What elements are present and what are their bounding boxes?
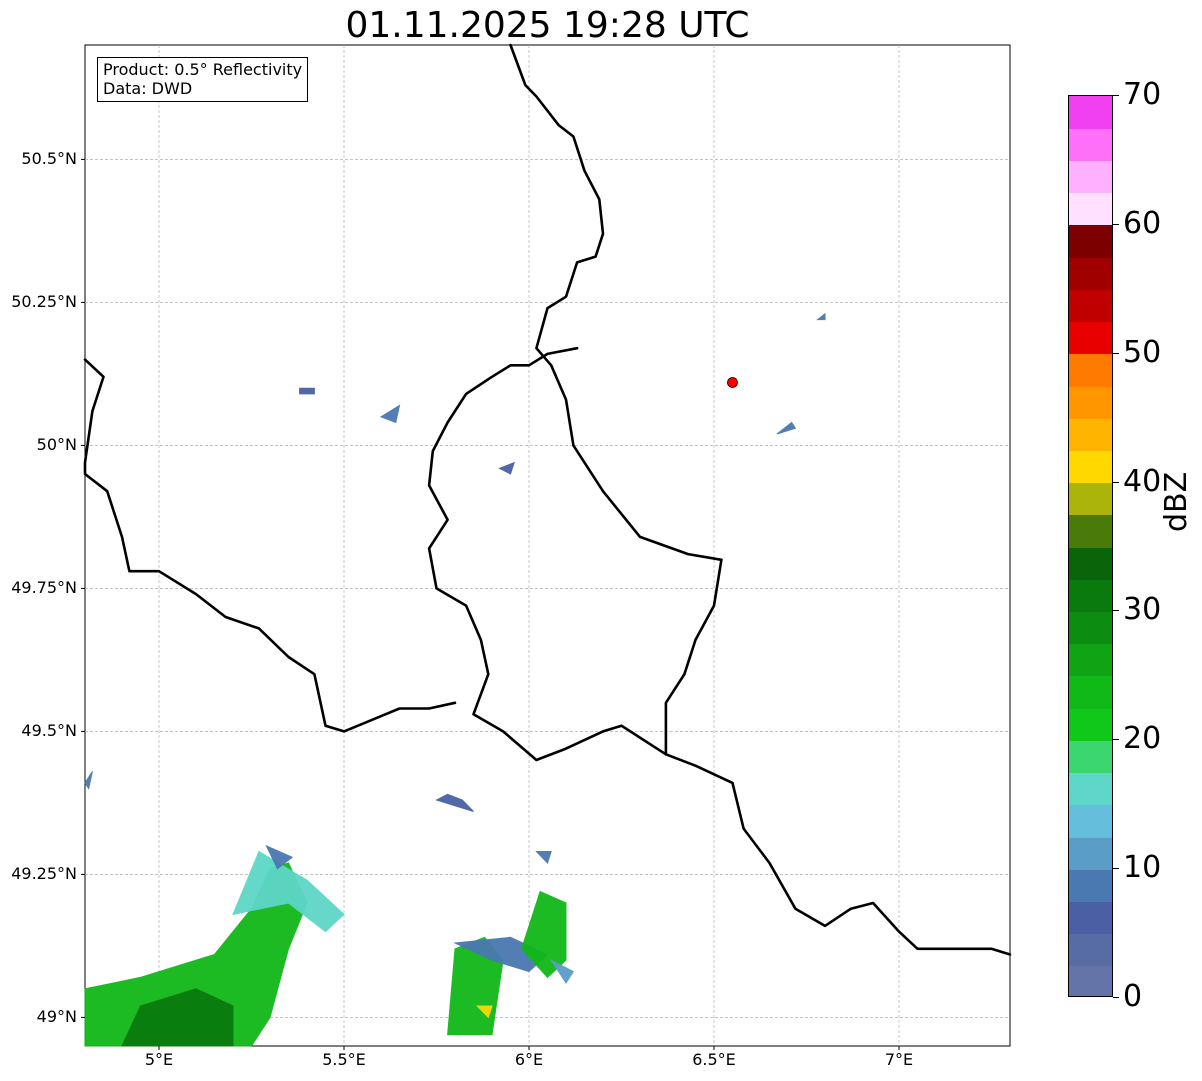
colorbar-segment (1069, 740, 1112, 774)
colorbar-segment (1069, 321, 1112, 355)
lon-label: 5.5°E (322, 1050, 366, 1069)
lon-label: 5°E (144, 1050, 174, 1069)
colorbar-segment (1069, 514, 1112, 548)
colorbar-segment (1069, 257, 1112, 290)
colorbar-unit-label: dBZ (1159, 471, 1194, 532)
colorbar-tick-label: 0 (1123, 979, 1143, 1014)
colorbar-segment (1069, 675, 1112, 709)
colorbar-segment (1069, 160, 1112, 194)
colorbar-segment (1069, 804, 1112, 838)
colorbar-tick (1113, 481, 1119, 483)
colorbar-tick (1113, 610, 1119, 612)
colorbar-segment (1069, 965, 1112, 996)
colorbar-segment (1069, 933, 1112, 967)
data-source-label: Data: DWD (103, 79, 193, 98)
colorbar-segment (1069, 224, 1112, 258)
product-label: Product: 0.5° Reflectivity (103, 60, 303, 79)
lat-label: 50.5°N (21, 149, 77, 169)
colorbar-segment (1069, 869, 1112, 902)
lat-label: 49°N (36, 1007, 77, 1027)
colorbar-tick (1113, 739, 1119, 741)
lon-label: 6°E (514, 1050, 544, 1069)
radar-site-marker (727, 377, 738, 388)
colorbar-tick-label: 30 (1123, 592, 1162, 628)
lat-label: 49.5°N (21, 721, 77, 741)
echo-lux-north (299, 387, 315, 395)
colorbar-tick (1113, 223, 1119, 225)
product-info-box: Product: 0.5° Reflectivity Data: DWD (97, 57, 309, 102)
lat-label: 49.75°N (11, 578, 77, 598)
lat-label: 50°N (36, 435, 77, 455)
colorbar (1068, 95, 1113, 997)
colorbar-segment (1069, 482, 1112, 516)
colorbar-segment (1069, 450, 1112, 484)
lat-label: 49.25°N (11, 864, 77, 884)
colorbar-segment (1069, 128, 1112, 162)
colorbar-tick-label: 20 (1123, 721, 1162, 757)
lon-label: 6.5°E (692, 1050, 736, 1069)
colorbar-segment (1069, 385, 1112, 419)
colorbar-segment (1069, 901, 1112, 935)
lat-label: 50.25°N (11, 292, 77, 312)
colorbar-tick-label: 60 (1123, 205, 1162, 241)
colorbar-segment (1069, 772, 1112, 806)
colorbar-tick-label: 50 (1123, 334, 1162, 370)
colorbar-tick (1113, 997, 1119, 998)
colorbar-tick (1113, 352, 1119, 354)
colorbar-tick-label: 10 (1123, 850, 1162, 886)
colorbar-segment (1069, 836, 1112, 870)
colorbar-segment (1069, 708, 1112, 741)
colorbar-segment (1069, 353, 1112, 387)
colorbar-tick-label: 70 (1123, 77, 1162, 112)
colorbar-segment (1069, 418, 1112, 451)
colorbar-tick-label: 40 (1123, 463, 1162, 499)
colorbar-segment (1069, 289, 1112, 323)
radar-site (727, 377, 738, 388)
colorbar-tick (1113, 95, 1119, 96)
colorbar-segment (1069, 611, 1112, 645)
radar-map (81, 43, 1012, 1050)
colorbar-segment (1069, 192, 1112, 226)
colorbar-segment (1069, 547, 1112, 580)
lon-label: 7°E (884, 1050, 914, 1069)
colorbar-segment (1069, 96, 1112, 129)
colorbar-segment (1069, 643, 1112, 677)
colorbar-segment (1069, 579, 1112, 613)
colorbar-tick (1113, 868, 1119, 870)
